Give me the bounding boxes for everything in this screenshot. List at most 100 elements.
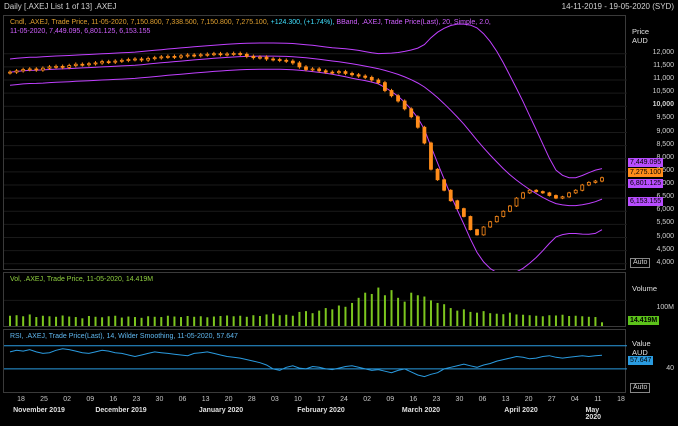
price-candle[interactable] bbox=[271, 57, 276, 62]
volume-bar[interactable] bbox=[423, 296, 426, 326]
volume-bar[interactable] bbox=[522, 314, 525, 326]
price-candle[interactable] bbox=[225, 52, 229, 57]
price-candle[interactable] bbox=[179, 53, 183, 60]
volume-bar[interactable] bbox=[528, 315, 531, 326]
price-candle[interactable] bbox=[172, 54, 177, 60]
price-candle[interactable] bbox=[343, 69, 348, 76]
volume-bar[interactable] bbox=[232, 316, 235, 326]
price-candle[interactable] bbox=[389, 88, 394, 98]
rsi-axis[interactable]: Value AUD 57.647 40 Auto bbox=[628, 329, 678, 393]
volume-bar[interactable] bbox=[561, 314, 564, 326]
volume-panel[interactable]: Vol, .AXEJ, Trade Price, 11-05-2020, 14.… bbox=[3, 272, 627, 327]
volume-bar[interactable] bbox=[107, 316, 110, 326]
price-candle[interactable] bbox=[87, 61, 91, 67]
price-candle[interactable] bbox=[133, 57, 137, 62]
volume-bar[interactable] bbox=[127, 316, 130, 326]
price-candle[interactable] bbox=[383, 80, 387, 93]
volume-bar[interactable] bbox=[272, 313, 275, 326]
price-candle[interactable] bbox=[139, 57, 144, 62]
rsi-auto-button[interactable]: Auto bbox=[630, 383, 651, 393]
price-candle[interactable] bbox=[363, 74, 368, 80]
volume-bar[interactable] bbox=[337, 305, 340, 327]
price-candle[interactable] bbox=[402, 99, 407, 111]
price-candle[interactable] bbox=[567, 191, 572, 198]
price-candle[interactable] bbox=[336, 69, 341, 75]
volume-bar[interactable] bbox=[186, 316, 189, 326]
price-candle[interactable] bbox=[119, 58, 124, 63]
price-candle[interactable] bbox=[14, 69, 19, 74]
price-candle[interactable] bbox=[508, 205, 512, 213]
volume-bar[interactable] bbox=[48, 316, 51, 326]
volume-bar[interactable] bbox=[357, 297, 360, 326]
volume-bar[interactable] bbox=[436, 302, 439, 326]
volume-bar[interactable] bbox=[383, 295, 386, 326]
volume-bar[interactable] bbox=[180, 317, 183, 326]
volume-bar[interactable] bbox=[206, 317, 209, 326]
volume-bar[interactable] bbox=[364, 292, 367, 326]
price-candle[interactable] bbox=[231, 51, 236, 56]
volume-bar[interactable] bbox=[298, 311, 301, 326]
volume-bar[interactable] bbox=[541, 316, 544, 326]
volume-bar[interactable] bbox=[153, 316, 156, 326]
volume-bar[interactable] bbox=[495, 313, 498, 326]
price-candle[interactable] bbox=[415, 115, 420, 129]
volume-bar[interactable] bbox=[166, 315, 169, 326]
price-chart[interactable] bbox=[4, 16, 627, 271]
volume-bar[interactable] bbox=[160, 317, 163, 326]
volume-bar[interactable] bbox=[133, 317, 136, 326]
volume-bar[interactable] bbox=[469, 311, 472, 326]
price-candle[interactable] bbox=[290, 59, 295, 65]
price-candle[interactable] bbox=[113, 59, 118, 64]
volume-bar[interactable] bbox=[482, 311, 485, 326]
volume-bar[interactable] bbox=[173, 316, 176, 326]
price-candle[interactable] bbox=[165, 54, 170, 59]
price-panel[interactable]: Cndl, .AXEJ, Trade Price, 11-05-2020, 7,… bbox=[3, 15, 627, 271]
volume-bar[interactable] bbox=[601, 322, 603, 326]
volume-bar[interactable] bbox=[9, 315, 11, 326]
volume-bar[interactable] bbox=[212, 316, 215, 326]
volume-bar[interactable] bbox=[403, 301, 406, 326]
price-candle[interactable] bbox=[8, 70, 12, 75]
volume-bar[interactable] bbox=[449, 308, 452, 326]
volume-bar[interactable] bbox=[594, 317, 597, 326]
price-candle[interactable] bbox=[481, 226, 486, 236]
volume-bar[interactable] bbox=[318, 310, 321, 326]
price-axis[interactable]: Price AUD 12,000 11,500 11,000 10,500 10,000… bbox=[628, 15, 678, 270]
volume-bar[interactable] bbox=[587, 316, 590, 326]
volume-bar[interactable] bbox=[574, 315, 577, 326]
price-candle[interactable] bbox=[284, 58, 289, 63]
price-candle[interactable] bbox=[159, 55, 164, 60]
price-candle[interactable] bbox=[547, 191, 552, 197]
volume-bar[interactable] bbox=[416, 295, 419, 326]
price-candle[interactable] bbox=[54, 64, 58, 69]
price-candle[interactable] bbox=[534, 189, 539, 193]
volume-bar[interactable] bbox=[140, 317, 143, 326]
price-auto-button[interactable]: Auto bbox=[630, 258, 651, 268]
volume-bar[interactable] bbox=[377, 287, 380, 326]
volume-bar[interactable] bbox=[305, 311, 307, 326]
volume-bar[interactable] bbox=[199, 316, 202, 326]
volume-bar[interactable] bbox=[61, 315, 64, 326]
price-candle[interactable] bbox=[468, 215, 473, 231]
price-candle[interactable] bbox=[126, 57, 131, 63]
price-candle[interactable] bbox=[409, 107, 414, 119]
volume-bar[interactable] bbox=[74, 317, 77, 326]
volume-bar[interactable] bbox=[351, 302, 354, 326]
volume-bar[interactable] bbox=[193, 316, 196, 326]
volume-bar[interactable] bbox=[515, 314, 518, 326]
volume-bar[interactable] bbox=[239, 315, 242, 326]
price-candle[interactable] bbox=[455, 199, 460, 210]
price-candle[interactable] bbox=[527, 189, 532, 194]
volume-bar[interactable] bbox=[476, 312, 479, 326]
volume-bar[interactable] bbox=[68, 316, 71, 326]
volume-bar[interactable] bbox=[489, 313, 492, 326]
volume-bar[interactable] bbox=[226, 315, 229, 326]
volume-bar[interactable] bbox=[87, 316, 90, 326]
volume-bar[interactable] bbox=[55, 316, 58, 326]
volume-bar[interactable] bbox=[219, 316, 222, 326]
volume-bar[interactable] bbox=[28, 314, 31, 326]
price-candle[interactable] bbox=[521, 191, 525, 200]
price-candle[interactable] bbox=[251, 54, 256, 60]
price-candle[interactable] bbox=[34, 67, 39, 72]
price-candle[interactable] bbox=[369, 75, 374, 82]
